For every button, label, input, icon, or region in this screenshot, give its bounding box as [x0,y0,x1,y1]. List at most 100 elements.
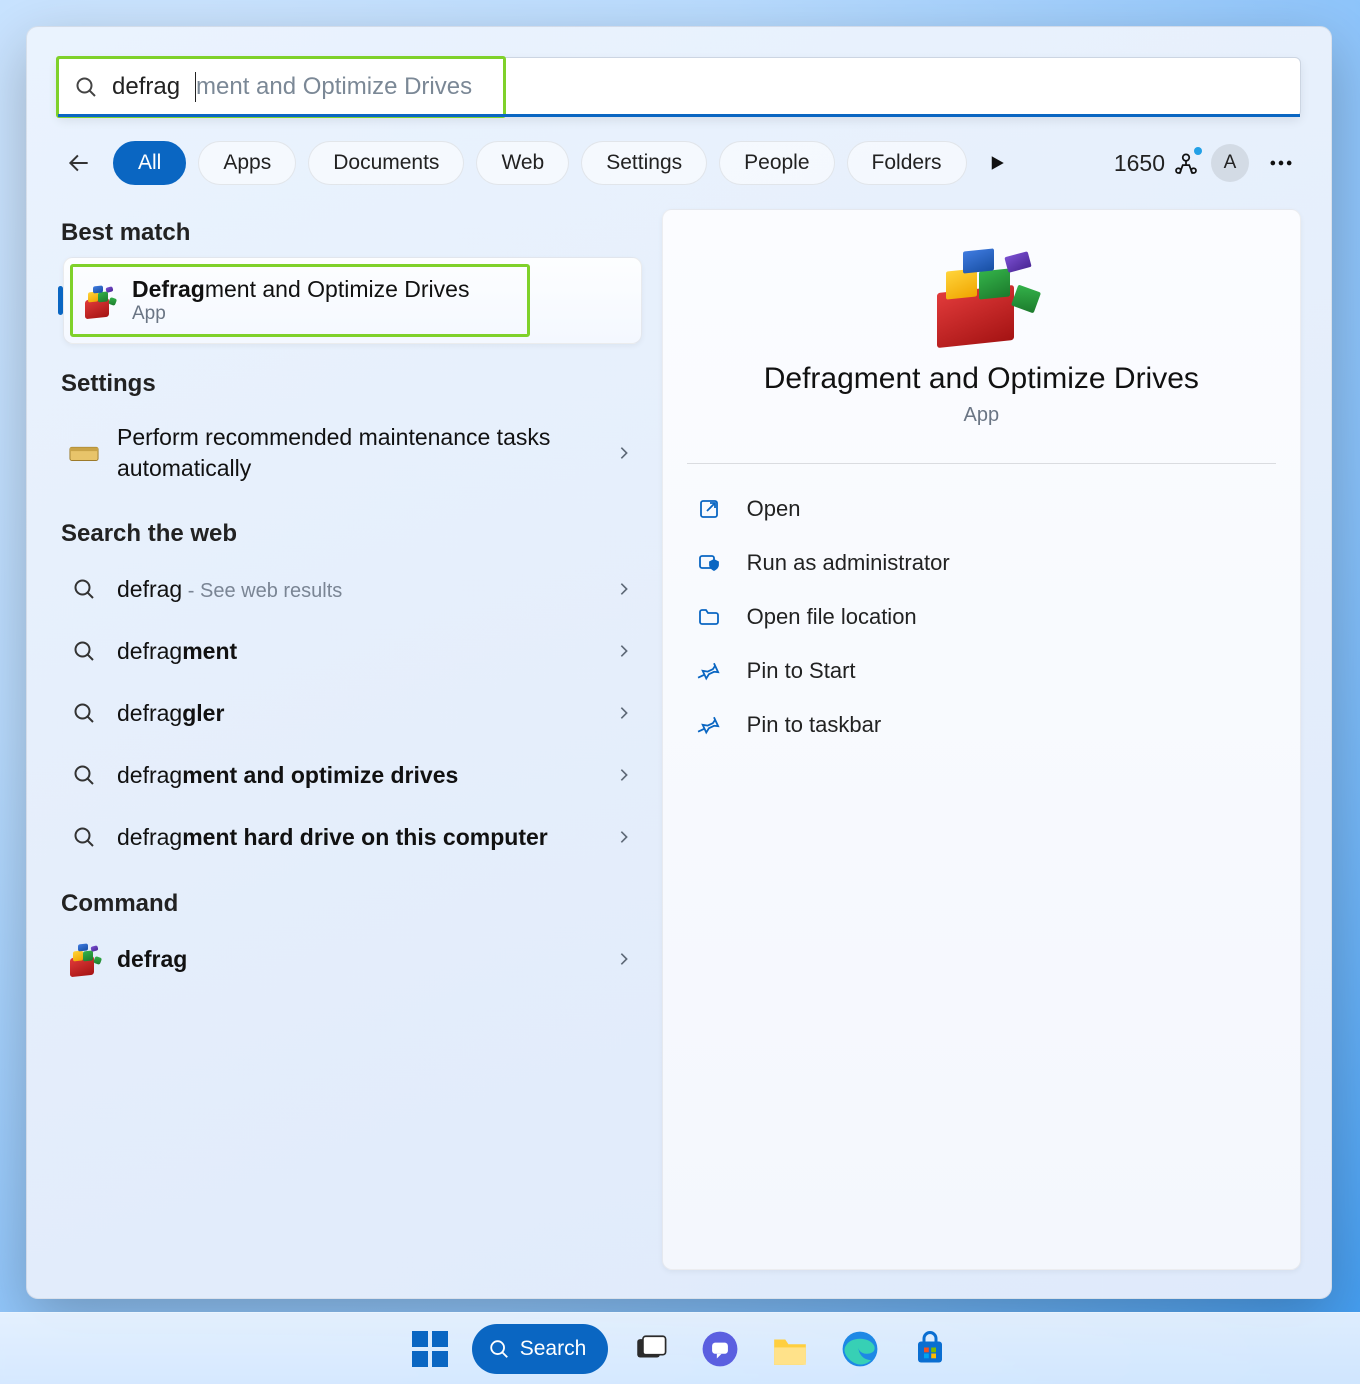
pin-icon [695,659,723,683]
chevron-right-icon [616,767,632,783]
action-label: Pin to taskbar [747,712,882,738]
filter-label: Folders [872,151,942,175]
search-icon [67,758,101,792]
maintenance-icon [67,436,101,470]
search-icon [67,696,101,730]
web-item-bold: ment hard drive on this computer [182,824,548,850]
chevron-right-icon [616,643,632,659]
chevron-right-icon [616,951,632,967]
search-window: ment and Optimize Drives All Apps Docume… [26,26,1332,1299]
search-autocomplete-ghost: ment and Optimize Drives [196,73,472,101]
filter-label: Web [501,151,544,175]
folder-icon [695,605,723,629]
points-value: 1650 [1114,150,1165,177]
details-title: Defragment and Optimize Drives [764,362,1199,396]
web-item-3[interactable]: defragment and optimize drives [57,744,642,806]
web-item-bold: ment [182,638,237,664]
overflow-play-icon[interactable] [979,145,1015,181]
search-icon [67,634,101,668]
section-best-match: Best match [61,219,642,247]
details-subtitle: App [964,404,1000,427]
section-command: Command [61,890,642,918]
web-item-hint: - See web results [182,580,342,602]
filter-web[interactable]: Web [476,141,569,185]
trophy-icon [1173,150,1199,176]
best-title-rest: ment and Optimize Drives [205,276,470,302]
avatar-initial: A [1224,152,1237,174]
taskbar-search-button[interactable]: Search [472,1324,609,1374]
selection-accent [58,286,63,315]
search-icon [67,572,101,606]
pin-icon [695,713,723,737]
details-panel: Defragment and Optimize Drives App Open … [662,209,1301,1270]
start-button[interactable] [402,1321,458,1377]
web-item-1[interactable]: defragment [57,620,642,682]
action-label: Open file location [747,604,917,630]
filter-label: Apps [223,151,271,175]
taskbar-store[interactable] [902,1321,958,1377]
web-item-0[interactable]: defrag - See web results [57,558,642,620]
filter-all[interactable]: All [113,141,186,185]
search-icon [74,75,98,99]
defrag-app-icon [82,284,116,318]
action-pin-start[interactable]: Pin to Start [687,644,1276,698]
section-web: Search the web [61,520,642,548]
account-avatar[interactable]: A [1211,144,1249,182]
filter-settings[interactable]: Settings [581,141,707,185]
filter-bar: All Apps Documents Web Settings People F… [27,123,1331,191]
web-item-bold: gler [182,700,224,726]
filter-apps[interactable]: Apps [198,141,296,185]
action-run-admin[interactable]: Run as administrator [687,536,1276,590]
taskbar-task-view[interactable] [622,1321,678,1377]
settings-item-maintenance[interactable]: Perform recommended maintenance tasks au… [57,408,642,498]
filter-people[interactable]: People [719,141,834,185]
taskbar-explorer[interactable] [762,1321,818,1377]
search-icon [488,1338,510,1360]
taskbar: Search [0,1312,1360,1384]
web-item-pre: defrag [117,700,182,726]
best-match-text: Defragment and Optimize Drives App [132,276,469,325]
web-item-pre: defrag [117,824,182,850]
filter-label: Documents [333,151,439,175]
back-button[interactable] [57,141,101,185]
filter-documents[interactable]: Documents [308,141,464,185]
best-subtitle: App [132,303,469,325]
windows-logo-icon [412,1331,448,1367]
defrag-app-icon [67,942,101,976]
web-item-pre: defrag [117,762,182,788]
action-open[interactable]: Open [687,482,1276,536]
filter-label: People [744,151,809,175]
command-item-label: defrag [117,946,187,972]
search-box[interactable]: ment and Optimize Drives [57,57,1301,117]
defrag-app-icon-large [926,244,1036,344]
action-pin-taskbar[interactable]: Pin to taskbar [687,698,1276,752]
search-icon [67,820,101,854]
web-item-4[interactable]: defragment hard drive on this computer [57,806,642,868]
more-icon[interactable] [1261,149,1301,177]
taskbar-edge[interactable] [832,1321,888,1377]
action-label: Pin to Start [747,658,856,684]
settings-item-label: Perform recommended maintenance tasks au… [117,422,600,484]
taskbar-chat[interactable] [692,1321,748,1377]
action-open-location[interactable]: Open file location [687,590,1276,644]
open-icon [695,497,723,521]
action-label: Open [747,496,801,522]
section-settings: Settings [61,370,642,398]
best-title-bold: Defrag [132,276,205,302]
filter-folders[interactable]: Folders [847,141,967,185]
chevron-right-icon [616,581,632,597]
search-input[interactable] [112,73,195,101]
best-match-card[interactable]: Defragment and Optimize Drives App [63,257,642,344]
divider [687,463,1276,464]
search-row: ment and Optimize Drives [27,27,1331,123]
filter-label: All [138,151,161,175]
web-item-2[interactable]: defraggler [57,682,642,744]
results-body: Best match Defragment and Optimize Drive… [27,191,1331,1292]
command-item-defrag[interactable]: defrag [57,928,642,990]
rewards-points[interactable]: 1650 [1114,150,1199,177]
action-label: Run as administrator [747,550,950,576]
details-actions: Open Run as administrator Open file loca… [687,482,1276,752]
web-item-pre: defrag [117,576,182,602]
web-item-pre: defrag [117,638,182,664]
chevron-right-icon [616,445,632,461]
